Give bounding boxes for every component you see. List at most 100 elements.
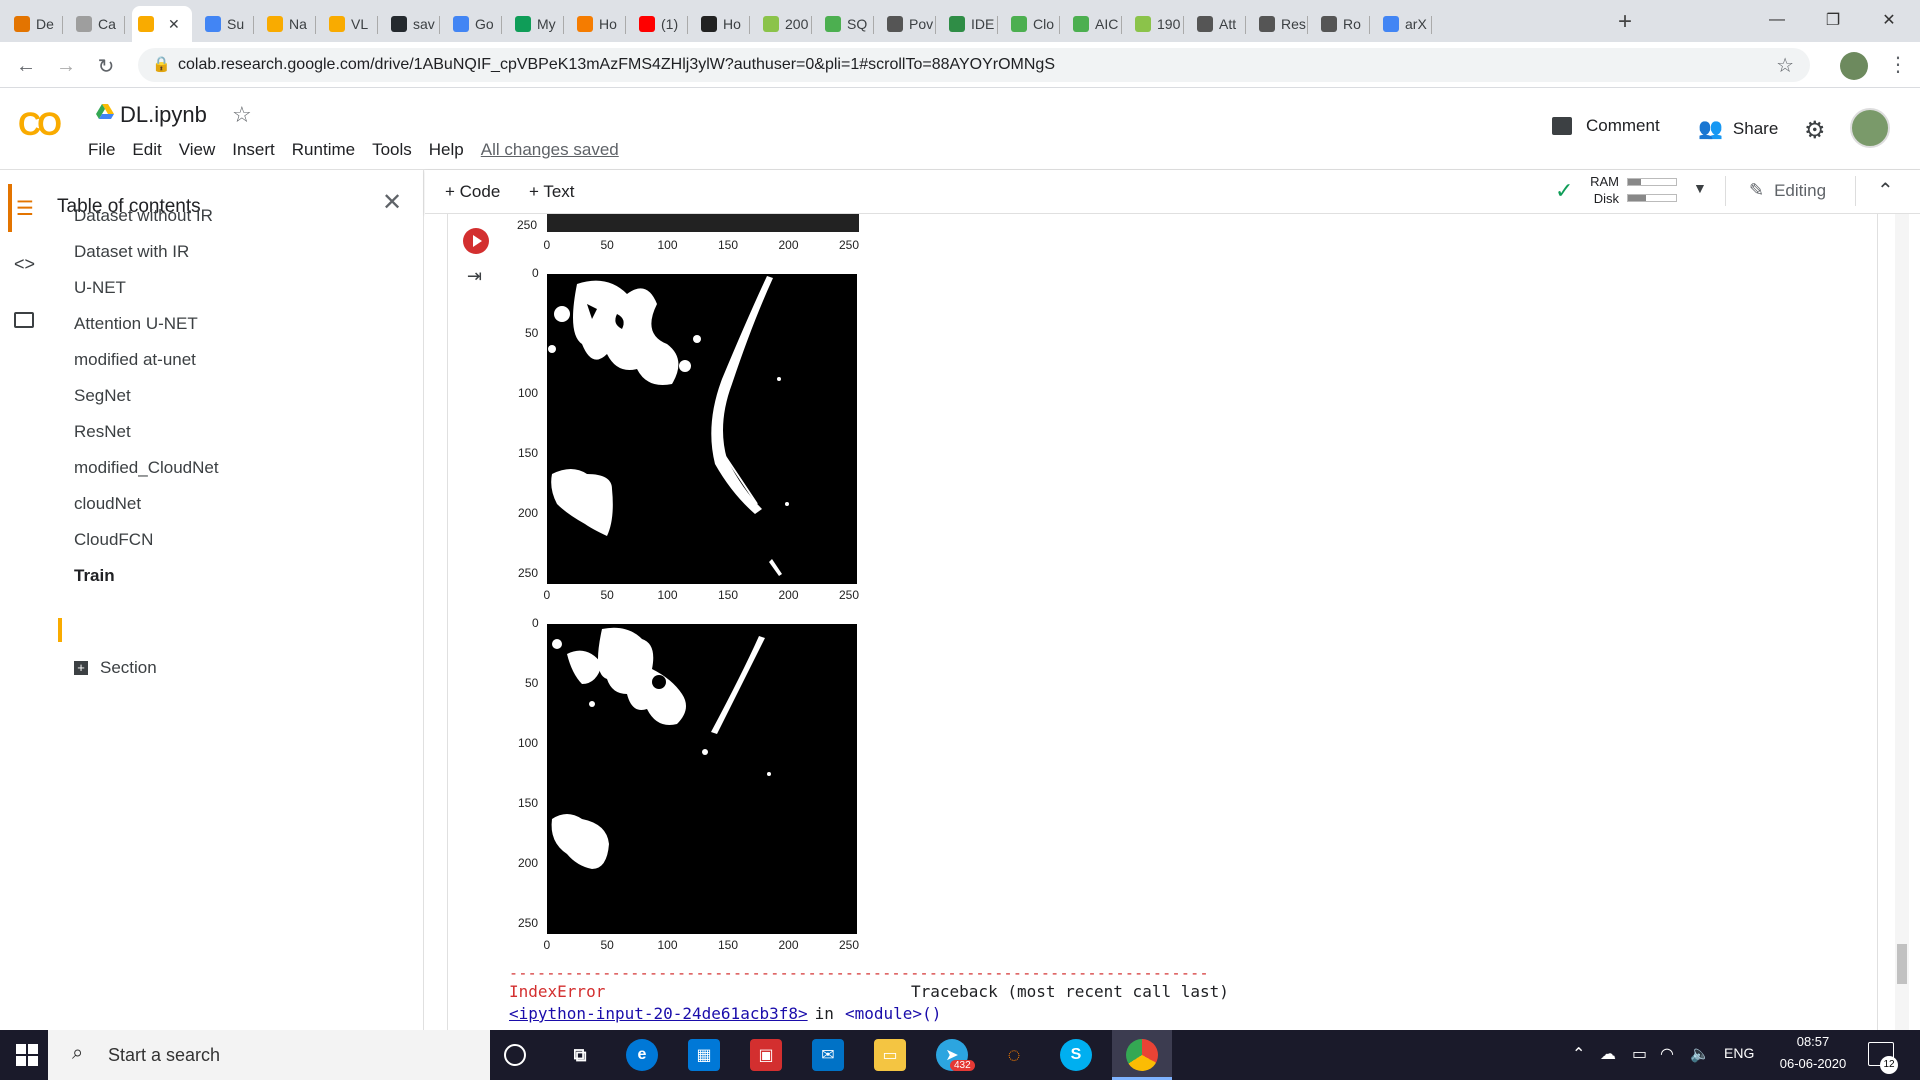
browser-menu-icon[interactable]: ⋮ [1888,52,1908,77]
skype-icon[interactable]: S [1060,1039,1092,1071]
close-tab-icon[interactable]: ✕ [168,16,180,33]
browser-tab[interactable]: Go [447,6,502,42]
browser-tab[interactable]: Clo [1005,6,1060,42]
browser-tab[interactable]: Ro [1315,6,1370,42]
file-explorer-icon[interactable]: ▭ [874,1039,906,1071]
files-folder-icon[interactable] [14,312,34,328]
browser-tab[interactable]: Ho [695,6,750,42]
code-snippets-icon[interactable]: <> [14,254,35,275]
save-status-link[interactable]: All changes saved [481,140,619,160]
notebook-title[interactable]: DL.ipynb [120,102,207,128]
add-text-button[interactable]: + Text [529,182,575,202]
minimize-button[interactable]: — [1754,0,1800,40]
taskbar-search-box[interactable]: ⌕ Start a search [48,1030,490,1080]
browser-tab[interactable]: De [8,6,63,42]
menu-help[interactable]: Help [429,140,464,160]
star-icon[interactable]: ☆ [232,102,252,128]
toc-item[interactable]: U-NET [74,278,126,298]
volume-icon[interactable]: 🔈 [1690,1044,1710,1064]
mail-icon[interactable]: ✉ [812,1039,844,1071]
toc-item[interactable]: modified_CloudNet [74,458,219,478]
bookmark-star-icon[interactable]: ☆ [1776,53,1794,78]
back-icon[interactable]: ← [12,52,40,80]
toc-item[interactable]: SegNet [74,386,131,406]
add-code-button[interactable]: + Code [445,182,500,202]
clock-date[interactable]: 06-06-2020 [1768,1056,1858,1071]
comment-button[interactable]: Comment [1552,116,1660,136]
menu-insert[interactable]: Insert [232,140,275,160]
user-avatar[interactable] [1850,108,1890,148]
browser-tab[interactable]: 190 [1129,6,1184,42]
close-window-button[interactable]: ✕ [1866,0,1912,40]
toc-item[interactable]: CloudFCN [74,530,153,550]
jupyter-icon[interactable]: ◌ [998,1039,1030,1071]
close-icon[interactable]: ✕ [382,188,402,217]
browser-tab[interactable]: Ca [70,6,125,42]
new-tab-button[interactable]: + [1618,8,1632,36]
menu-view[interactable]: View [179,140,216,160]
browser-tab[interactable]: Na [261,6,316,42]
browser-tab[interactable]: ✕ [132,6,192,42]
toc-item[interactable]: Dataset without IR [74,206,213,226]
url-omnibox[interactable]: 🔒 colab.research.google.com/drive/1ABuNQ… [138,48,1810,82]
tray-chevron-icon[interactable]: ⌃ [1572,1044,1585,1064]
battery-icon[interactable]: ▭ [1632,1044,1647,1064]
tray-cloud-icon[interactable]: ☁ [1600,1044,1616,1064]
toc-item[interactable]: cloudNet [74,494,141,514]
language-indicator[interactable]: ENG [1724,1045,1754,1061]
browser-tab[interactable]: Su [199,6,254,42]
chrome-active-tile[interactable] [1112,1030,1172,1080]
windows-start-icon[interactable] [16,1044,38,1066]
toc-item[interactable]: modified at-unet [74,350,196,370]
scrollbar-track[interactable] [1895,214,1909,1030]
browser-tab[interactable]: Res [1253,6,1308,42]
reload-icon[interactable]: ↻ [92,52,120,80]
task-view-icon[interactable]: ⧉ [564,1039,596,1071]
menu-edit[interactable]: Edit [132,140,161,160]
gear-icon[interactable]: ⚙ [1804,116,1826,145]
menu-tools[interactable]: Tools [372,140,412,160]
browser-tab[interactable]: Att [1191,6,1246,42]
browser-tab[interactable]: SQ [819,6,874,42]
store-icon[interactable]: ▦ [688,1039,720,1071]
browser-tab[interactable]: arX [1377,6,1432,42]
wifi-icon[interactable]: ◠ [1660,1044,1674,1064]
browser-tab[interactable]: (1) [633,6,688,42]
menu-runtime[interactable]: Runtime [292,140,355,160]
toc-item[interactable]: Attention U-NET [74,314,198,334]
toc-item[interactable]: ResNet [74,422,131,442]
browser-tab[interactable]: VL [323,6,378,42]
toc-item[interactable]: Dataset with IR [74,242,189,262]
resources-dropdown-icon[interactable]: ▼ [1693,180,1707,196]
toc-item[interactable]: Train [74,566,115,586]
cortana-icon[interactable] [504,1044,526,1066]
menu-file[interactable]: File [88,140,115,160]
x-tick-label: 50 [600,238,614,252]
restore-button[interactable]: ❐ [1810,0,1856,40]
x-tick-label: 150 [718,938,739,952]
profile-avatar[interactable] [1840,52,1868,80]
editing-mode-button[interactable]: ✎ Editing [1749,180,1826,201]
share-button[interactable]: 👥 Share [1698,116,1778,141]
output-actions-icon[interactable]: ⇥ [467,266,482,287]
gift-app-icon[interactable]: ▣ [750,1039,782,1071]
ipython-input-link[interactable]: <ipython-input-20-24de61acb3f8> [509,1004,808,1023]
tab-separator [1307,16,1308,34]
colab-logo[interactable]: CO [18,106,62,143]
browser-tab[interactable]: AIC [1067,6,1122,42]
browser-tab[interactable]: sav [385,6,440,42]
browser-tab[interactable]: Ho [571,6,626,42]
collapse-header-icon[interactable]: ⌃ [1877,178,1894,203]
clock-time[interactable]: 08:57 [1768,1034,1858,1049]
run-cell-button[interactable] [463,228,489,254]
browser-tab[interactable]: My [509,6,564,42]
tab-label: Res [1281,16,1306,32]
scrollbar-thumb[interactable] [1897,944,1907,984]
browser-tab[interactable]: 200 [757,6,812,42]
toc-list-icon[interactable]: ☰ [16,196,34,221]
forward-icon[interactable]: → [52,52,80,80]
add-section-button[interactable]: + Section [74,658,157,678]
browser-tab[interactable]: Pov [881,6,936,42]
edge-icon[interactable]: e [626,1039,658,1071]
browser-tab[interactable]: IDE [943,6,998,42]
